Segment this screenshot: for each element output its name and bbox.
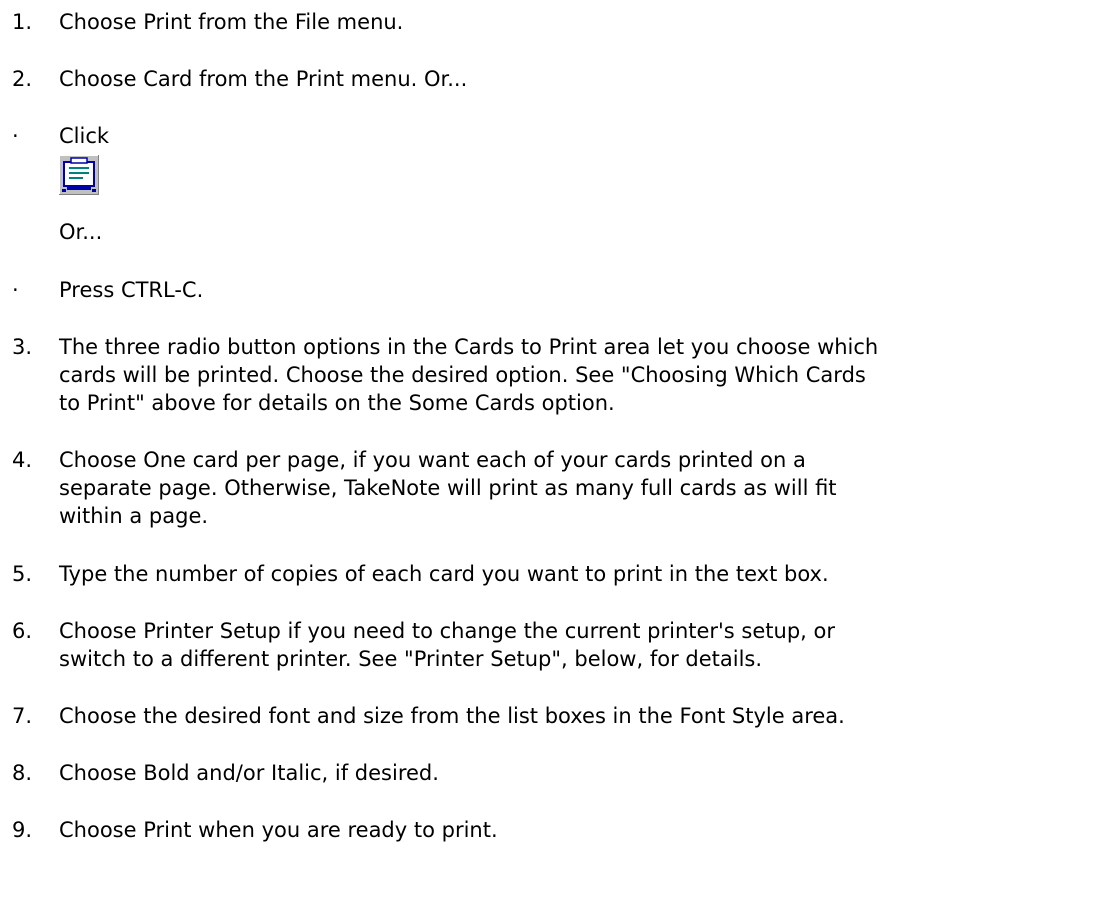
print-card-icon[interactable] xyxy=(59,155,99,195)
step-text: Type the number of copies of each card y… xyxy=(59,562,829,586)
bullet-text: Press CTRL-C. xyxy=(59,278,204,302)
step-number: 1. xyxy=(12,10,33,34)
bullet-mark: · xyxy=(12,278,19,302)
step-text: Choose Printer Setup if you need to chan… xyxy=(59,619,835,671)
step-text: Choose Card from the Print menu. Or... xyxy=(59,67,468,91)
step-number: 9. xyxy=(12,818,33,842)
step-text: Choose the desired font and size from th… xyxy=(59,704,845,728)
bullet-text: Click xyxy=(59,124,110,148)
step-number: 3. xyxy=(12,335,33,359)
step-number: 6. xyxy=(12,619,33,643)
bullet-mark: · xyxy=(12,124,19,148)
step-text: Choose Bold and/or Italic, if desired. xyxy=(59,761,439,785)
step-text: Choose One card per page, if you want ea… xyxy=(59,448,837,528)
step-number: 7. xyxy=(12,704,33,728)
step-text: Choose Print from the File menu. xyxy=(59,10,404,34)
step-text: The three radio button options in the Ca… xyxy=(59,335,879,415)
step-number: 8. xyxy=(12,761,33,785)
step-text: Choose Print when you are ready to print… xyxy=(59,818,498,842)
step-number: 2. xyxy=(12,67,33,91)
step-number: 5. xyxy=(12,562,33,586)
step-number: 4. xyxy=(12,448,33,472)
or-label: Or... xyxy=(59,220,103,244)
